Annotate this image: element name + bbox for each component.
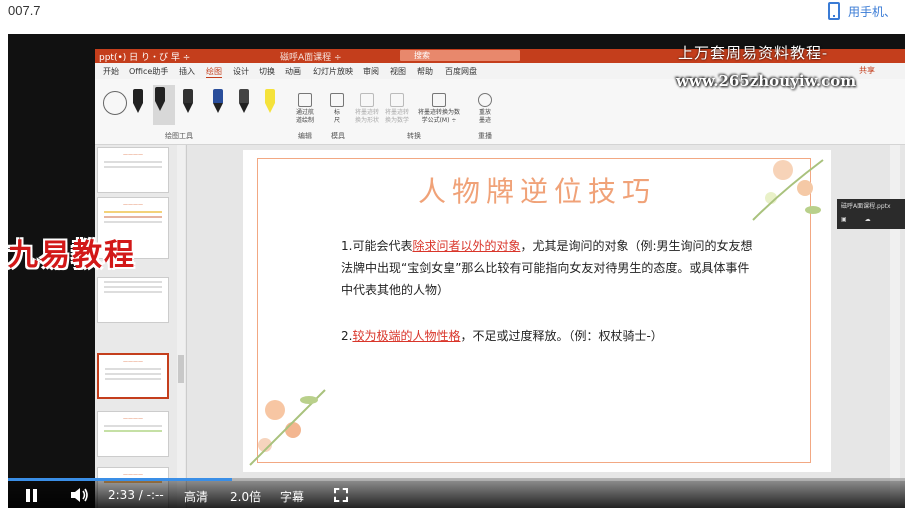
video-player[interactable]: ppt(•) 日 り・び 早 ÷ 磁呼A面课程 ÷ 搜索 开始 Office助手… [8,34,905,508]
slide-title: 人物牌逆位技巧 [417,175,656,208]
open-file-icon[interactable]: ▣ [841,216,847,223]
slide-canvas: 人物牌逆位技巧 1.可能会代表除求问者以外的对象，尤其是询问的对象（例:男生询问… [188,145,905,508]
fullscreen-icon[interactable] [334,488,348,502]
floral-decoration-bottom-left [249,389,326,466]
ink-to-shape-button[interactable]: 将墨迹转 换为形状 [353,93,381,125]
page-header: 007.7 用手机、 [0,0,905,34]
group-label-edit: 编辑 [298,132,312,140]
share-button[interactable]: 共享 [859,65,875,76]
point-1-prefix: 1.可能会代表 [341,239,413,253]
thumbnails-scrollbar[interactable] [177,145,185,508]
pen-dark-icon[interactable] [183,89,193,119]
group-label-replay: 重播 [478,132,492,140]
ppt-search-box[interactable]: 搜索 [400,50,520,61]
progress-bar[interactable] [8,478,905,481]
page-number: 007.7 [8,3,41,18]
time-display: 2:33 / -:-- [108,488,164,502]
quick-access-toolbar[interactable]: ppt(•) 日 り・び 早 ÷ [99,50,190,63]
ink-replay-label: 重放 墨迹 [478,109,491,124]
slide-thumbnail[interactable]: ———— [97,411,169,457]
pen-selected-icon[interactable] [153,85,175,125]
point-2: 2.较为极端的人物性格，不足或过度释放。（例：权杖骑士-） [341,325,761,347]
file-popup[interactable]: 磁呼A面课程.pptx ▣ ☁ [837,199,905,229]
volume-icon[interactable] [70,487,90,503]
touch-draw-icon [298,93,312,107]
slide-body: 1.可能会代表除求问者以外的对象，尤其是询问的对象（例:男生询问的女友想法牌中出… [341,235,761,347]
tab-slideshow[interactable]: 幻灯片放映 [313,66,353,77]
replay-icon [478,93,492,107]
ink-to-math-button[interactable]: 将墨迹转 换为数学 [383,93,411,125]
watermark-top: 上万套周易资料教程- [678,44,829,62]
phone-link[interactable]: 用手机、 [828,2,896,20]
tab-transitions[interactable]: 切换 [259,66,275,77]
ink-to-math-label: 将墨迹转 换为数学 [384,109,409,124]
ink-to-formula-label: 将墨迹转换为数 学公式(M) ÷ [417,109,460,124]
point-2-prefix: 2. [341,329,353,343]
slide-thumbnail[interactable]: ———— [97,147,169,193]
ink-to-shape-icon [360,93,374,107]
slide-thumbnail[interactable] [97,277,169,323]
touch-draw-label: 通过航 道绘制 [295,109,314,124]
ink-to-formula-button[interactable]: 将墨迹转换为数 学公式(M) ÷ [417,93,461,125]
tab-baidu-pan[interactable]: 百度网盘 [445,66,477,77]
quality-button[interactable]: 高清 [184,488,208,505]
document-title: 磁呼A面课程 ÷ [280,53,342,63]
player-controls: 2:33 / -:-- 高清 2.0倍 字幕 [8,478,905,508]
phone-link-label: 用手机、 [848,4,897,19]
tab-help[interactable]: 帮助 [417,66,433,77]
tab-design[interactable]: 设计 [233,66,249,77]
lasso-select-icon[interactable] [103,91,127,115]
tab-insert[interactable]: 插入 [179,66,195,77]
group-label-stencils: 模具 [331,132,345,140]
pen-blue-icon[interactable] [213,89,223,119]
point-2-highlight: 较为极端的人物性格 [352,329,461,343]
file-popup-actions: ▣ ☁ [841,216,901,223]
ruler-label: 标尺 [333,109,340,124]
tab-draw[interactable]: 绘图 [206,66,222,78]
cloud-icon[interactable]: ☁ [865,216,871,223]
watermark-brand: 九易教程 [8,238,136,273]
slide-thumbnails-pane: ———— ———— ———— ———— ———— [95,145,187,508]
file-popup-title: 磁呼A面课程.pptx [841,203,891,210]
ink-to-shape-label: 将墨迹转 换为形状 [354,109,379,124]
tab-home[interactable]: 开始 [103,66,119,77]
highlighter-yellow-icon[interactable] [265,89,275,119]
progress-fill [8,478,233,481]
point-2-text: ，不足或过度释放。（例：权杖骑士-） [460,329,663,343]
ink-replay-button[interactable]: 重放 墨迹 [471,93,499,125]
group-label-convert: 转换 [407,132,421,140]
tab-review[interactable]: 审阅 [363,66,379,77]
watermark-url: www.265zhouyiw.com [676,72,857,90]
subtitle-button[interactable]: 字幕 [280,488,304,505]
slide-thumbnail-selected[interactable]: ———— [97,353,169,399]
touch-draw-button[interactable]: 通过航 道绘制 [291,93,319,125]
ruler-button[interactable]: 标尺 [323,93,351,125]
pen-gray-icon[interactable] [239,89,249,119]
tab-animations[interactable]: 动画 [285,66,301,77]
current-slide[interactable]: 人物牌逆位技巧 1.可能会代表除求问者以外的对象，尤其是询问的对象（例:男生询问… [243,150,831,472]
pen-black-icon[interactable] [133,89,143,119]
group-label-draw-tools: 绘图工具 [165,132,193,140]
tab-office-assistant[interactable]: Office助手 [129,66,168,77]
speed-button[interactable]: 2.0倍 [230,488,261,505]
phone-icon [828,2,840,20]
ink-to-formula-icon [432,93,446,107]
tab-view[interactable]: 视图 [390,66,406,77]
ink-to-math-icon [390,93,404,107]
point-1: 1.可能会代表除求问者以外的对象，尤其是询问的对象（例:男生询问的女友想法牌中出… [341,235,761,301]
pause-button[interactable] [26,489,38,502]
ruler-icon [330,93,344,107]
powerpoint-window: ppt(•) 日 り・び 早 ÷ 磁呼A面课程 ÷ 搜索 开始 Office助手… [95,49,905,508]
point-1-highlight: 除求问者以外的对象 [412,239,521,253]
